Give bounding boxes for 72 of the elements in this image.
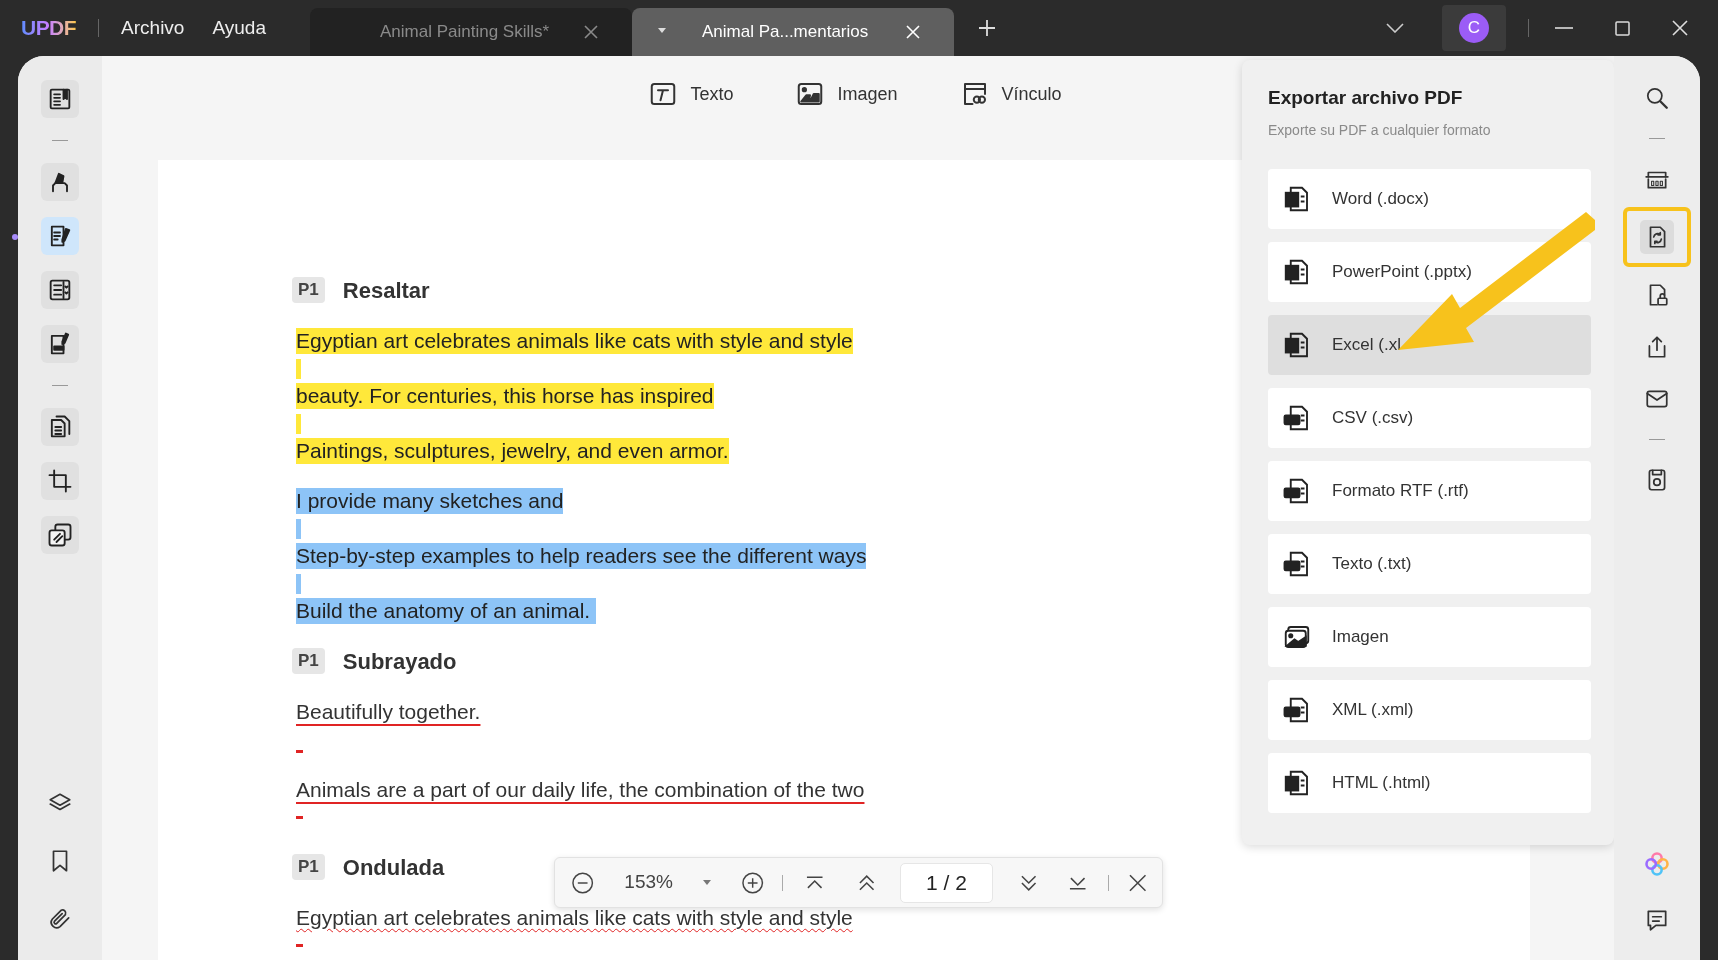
export-format-option[interactable]: Imagen [1268,607,1591,667]
tool-button[interactable] [41,516,79,554]
export-format-option[interactable]: Excel (.xl [1268,315,1591,375]
tool-button[interactable] [41,325,79,363]
menu-item[interactable]: Archivo [107,10,199,46]
highlighted-text: Step-by-step examples to help readers see the different ways [296,543,867,569]
highlight-marker [296,573,301,594]
chevron-down-icon[interactable] [1386,23,1404,33]
tool-button[interactable] [41,408,79,446]
double-chevron-down-icon[interactable] [1018,873,1039,892]
highlighted-text: Paintings, sculptures, jewelry, and even armor. [296,438,729,464]
tool-button[interactable] [41,163,79,201]
close-icon[interactable] [1128,873,1146,892]
overlap-icon [46,521,74,549]
highlighted-text: Build the anatomy of an animal. [296,598,596,624]
tool-button[interactable] [41,271,79,309]
annotation-heading: Subrayado [342,647,457,676]
highlighted-text: I provide many sketches and [296,488,564,514]
underline-marker [296,749,303,753]
page-number-field[interactable]: 1 / 2 [900,862,993,903]
tab-title: Animal Pa...mentarios [701,21,869,44]
export-format-option[interactable]: Formato RTF (.rtf) [1268,461,1591,521]
tool-button[interactable] [1640,220,1674,254]
dropdown-arrow-icon [657,28,666,33]
squiggly-underlined-text: Egyptian art celebrates animals like cats with style and style [296,905,853,931]
insert-tool-button[interactable]: Vínculo [959,79,1062,109]
avatar: C [1459,13,1489,43]
highlight-marker [296,413,301,434]
tool-button[interactable] [41,80,79,118]
zoom-level-dropdown[interactable]: 153% [624,868,711,897]
insert-tool-button[interactable]: Texto [648,79,734,109]
page-badge: P1 [292,277,325,303]
underline-marker [296,944,303,947]
new-tab-icon[interactable] [977,19,996,37]
export-format-option[interactable]: XML (.xml) [1268,680,1591,740]
zoom-out-icon[interactable] [571,870,595,895]
panel-subtitle: Exporte su PDF a cualquier formato [1268,121,1492,140]
page-badge: P1 [292,648,325,674]
underlined-text: Animals are a part of our daily life, the combination of the two [296,777,865,803]
export-format-option[interactable]: HTML (.html) [1268,753,1591,813]
document-tab[interactable]: Animal Pa...mentarios [631,8,954,56]
underline-marker [296,816,303,819]
underlined-text: Beautifully together. [296,699,481,725]
export-format-option[interactable]: Word (.docx) [1268,169,1591,229]
flower-icon [1643,850,1671,878]
insert-tool-button[interactable]: Imagen [795,79,898,109]
highlighted-text: Egyptian art celebrates animals like cats with style and style [296,328,853,354]
highlight-marker [296,518,301,539]
search-icon [1644,85,1670,111]
menu-item[interactable]: Ayuda [198,10,280,46]
annotation-heading: Ondulada [342,853,445,882]
export-format-option[interactable]: PowerPoint (.pptx) [1268,242,1591,302]
double-chevron-up-icon[interactable] [856,873,877,892]
document-tab[interactable]: Animal Painting Skills* [309,8,632,56]
crop-icon [46,467,74,495]
export-format-option[interactable]: CSV (.csv) [1268,388,1591,448]
export-format-option[interactable]: Texto (.txt) [1268,534,1591,594]
annotation-heading: Resaltar [342,276,430,305]
page-badge: P1 [292,854,325,880]
comment-icon [1644,907,1670,933]
close-icon[interactable] [583,25,598,39]
tab-title: Animal Painting Skills* [379,21,550,44]
tool-button[interactable] [41,217,79,255]
first-page-icon[interactable] [805,874,825,891]
tool-button[interactable] [41,462,79,500]
highlighted-text: beauty. For centuries, this horse has inspired [296,383,714,409]
highlight-marker [296,358,301,379]
panel-title: Exportar archivo PDF [1268,86,1464,110]
maximize-icon[interactable] [1615,20,1630,36]
caret-icon [702,880,711,885]
zoom-in-icon[interactable] [740,870,765,895]
account-button[interactable]: C [1442,5,1506,51]
